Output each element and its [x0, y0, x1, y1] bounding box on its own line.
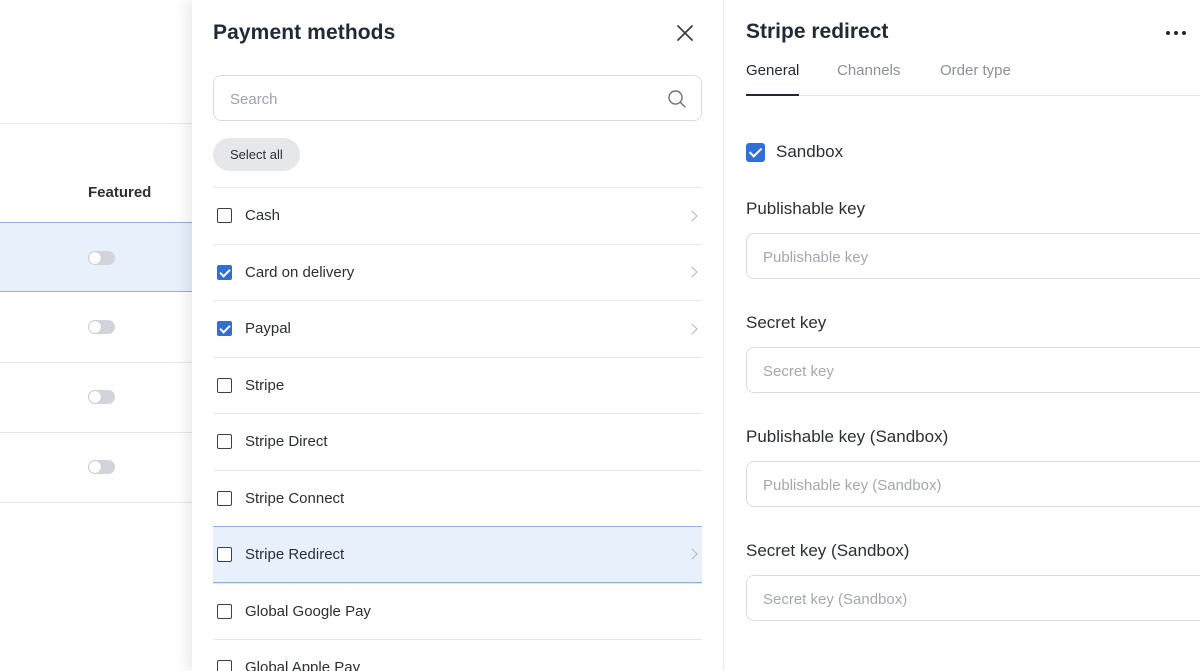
detail-title: Stripe redirect — [746, 20, 889, 43]
divider — [0, 123, 192, 124]
table-row[interactable] — [0, 433, 192, 503]
secret-key-sandbox-field — [746, 575, 1200, 621]
list-item[interactable]: Global Google Pay — [213, 582, 702, 640]
list-item-checkbox[interactable] — [217, 490, 232, 506]
publishable-key-input[interactable] — [763, 246, 1183, 268]
publishable-key-sandbox-field — [746, 461, 1200, 507]
list-item-label: Card on delivery — [245, 263, 355, 281]
tab-general[interactable]: General — [746, 62, 800, 96]
list-item[interactable]: Paypal — [213, 300, 702, 357]
list-item-checkbox[interactable] — [217, 434, 232, 450]
featured-toggle[interactable] — [88, 390, 115, 404]
close-icon — [677, 25, 693, 41]
sandbox-option: Sandbox — [746, 141, 843, 163]
publishable-key-label: Publishable key — [746, 199, 866, 218]
list-item-checkbox[interactable] — [217, 660, 232, 671]
featured-toggle[interactable] — [88, 460, 115, 474]
payment-method-list: Cash Card on delivery Paypal Stripe Stripe D… — [213, 187, 702, 671]
list-item-checkbox[interactable] — [217, 377, 232, 393]
secret-key-sandbox-label: Secret key (Sandbox) — [746, 541, 910, 560]
featured-column-header: Featured — [88, 184, 152, 201]
secret-key-label: Secret key — [746, 313, 827, 332]
more-icon-dot — [1174, 31, 1178, 35]
publishable-key-sandbox-label: Publishable key (Sandbox) — [746, 427, 949, 446]
featured-toggle[interactable] — [88, 320, 115, 334]
tab-channels[interactable]: Channels — [837, 62, 900, 96]
payment-methods-panel: Payment methods Select all Cash Card on d… — [192, 0, 724, 671]
list-item-checkbox[interactable] — [217, 264, 232, 280]
search-box — [213, 75, 702, 121]
list-item[interactable]: Stripe Redirect — [213, 526, 702, 583]
chevron-right-icon — [686, 266, 698, 278]
list-item-label: Stripe Connect — [245, 489, 345, 507]
search-input[interactable] — [230, 88, 650, 110]
more-icon-dot — [1182, 31, 1186, 35]
table-row[interactable] — [0, 222, 192, 292]
list-item-label: Global Google Pay — [245, 602, 371, 620]
chevron-right-icon — [686, 548, 698, 560]
table-row[interactable] — [0, 293, 192, 363]
list-item-checkbox[interactable] — [217, 321, 232, 337]
list-item[interactable]: Stripe Direct — [213, 413, 702, 470]
list-item-checkbox[interactable] — [217, 603, 232, 619]
list-item-label: Stripe Redirect — [245, 545, 345, 563]
detail-panel: Stripe redirect General Channels Order t… — [724, 0, 1200, 671]
list-item-label: Stripe Direct — [245, 433, 328, 451]
list-item-checkbox[interactable] — [217, 546, 232, 562]
featured-toggle[interactable] — [88, 251, 115, 265]
chevron-right-icon — [686, 210, 698, 222]
select-all-button[interactable]: Select all — [213, 138, 300, 171]
list-item[interactable]: Global Apple Pay — [213, 639, 702, 671]
list-item-label: Paypal — [245, 320, 291, 338]
close-button[interactable] — [674, 22, 696, 44]
background-table: Featured — [0, 0, 192, 671]
list-item-checkbox[interactable] — [217, 208, 232, 224]
search-icon[interactable] — [667, 89, 687, 109]
secret-key-field — [746, 347, 1200, 393]
secret-key-input[interactable] — [763, 360, 1183, 382]
table-row[interactable] — [0, 363, 192, 433]
more-icon — [1166, 31, 1170, 35]
tab-order-type[interactable]: Order type — [940, 62, 1011, 96]
list-item[interactable]: Stripe Connect — [213, 469, 702, 527]
list-item-label: Stripe — [245, 376, 285, 394]
panel-title: Payment methods — [213, 21, 396, 44]
sandbox-label: Sandbox — [776, 142, 844, 161]
list-item-label: Global Apple Pay — [245, 659, 361, 671]
list-item-label: Cash — [245, 207, 281, 225]
chevron-right-icon — [686, 323, 698, 335]
list-item[interactable]: Cash — [213, 187, 702, 244]
tab-bar: General Channels Order type — [746, 58, 1200, 96]
list-item[interactable]: Card on delivery — [213, 243, 702, 301]
list-item[interactable]: Stripe — [213, 356, 702, 414]
sandbox-checkbox[interactable] — [746, 142, 765, 162]
secret-key-sandbox-input[interactable] — [763, 588, 1183, 610]
more-options-button[interactable] — [1166, 26, 1188, 40]
publishable-key-field — [746, 233, 1200, 279]
publishable-key-sandbox-input[interactable] — [763, 474, 1183, 496]
